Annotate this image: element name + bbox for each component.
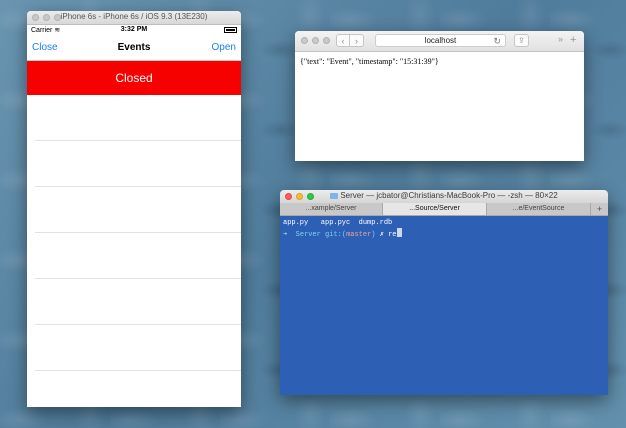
nav-bar: Close Events Open — [27, 36, 241, 61]
battery-icon — [224, 27, 237, 33]
tab-example-server[interactable]: ...xample/Server — [280, 203, 383, 215]
folder-icon — [330, 192, 339, 199]
list-row[interactable] — [35, 233, 241, 279]
tab-source-server[interactable]: ...Source/Server — [383, 203, 487, 215]
prompt-dir: Server — [295, 231, 321, 239]
git-suffix: ) — [371, 231, 376, 239]
status-time: 3:32 PM — [120, 26, 148, 33]
terminal-titlebar: Server — jcbator@Christians-MacBook-Pro … — [280, 190, 608, 203]
add-tab-button[interactable]: + — [591, 203, 608, 215]
event-list — [27, 95, 241, 371]
list-row[interactable] — [35, 95, 241, 141]
close-window-button[interactable] — [301, 37, 308, 44]
terminal-tabs: ...xample/Server ...Source/Server ...e/E… — [280, 203, 608, 216]
address-bar[interactable]: localhost ↻ — [375, 34, 506, 47]
list-row[interactable] — [35, 141, 241, 187]
list-row[interactable] — [35, 279, 241, 325]
back-button[interactable]: ‹ — [336, 34, 350, 47]
reload-icon[interactable]: ↻ — [493, 35, 501, 47]
nav-title: Events — [117, 42, 151, 53]
simulator-window: iPhone 6s - iPhone 6s / iOS 9.3 (13E230)… — [27, 11, 241, 407]
url-text: localhost — [424, 36, 457, 45]
zoom-window-button[interactable] — [323, 37, 330, 44]
terminal-window: Server — jcbator@Christians-MacBook-Pro … — [280, 190, 608, 395]
terminal-title: Server — jcbator@Christians-MacBook-Pro … — [280, 191, 608, 200]
open-button[interactable]: Open — [212, 42, 236, 53]
git-branch: master — [346, 231, 372, 239]
status-bar: Carrier ≋ 3:32 PM — [27, 25, 241, 36]
simulator-title: iPhone 6s - iPhone 6s / iOS 9.3 (13E230) — [60, 12, 208, 21]
forward-button[interactable]: › — [350, 34, 364, 47]
terminal-output[interactable]: app.py app.pyc dump.rdb ➜ Server git:(ma… — [280, 216, 608, 242]
ls-output: app.py app.pyc dump.rdb — [283, 219, 393, 227]
page-content: {"text": "Event", "timestamp": "15:31:39… — [300, 57, 439, 66]
minimize-window-button[interactable] — [312, 37, 319, 44]
git-prefix: git:( — [325, 231, 347, 239]
prompt-arrow-icon: ➜ — [283, 231, 288, 239]
simulator-titlebar: iPhone 6s - iPhone 6s / iOS 9.3 (13E230) — [27, 11, 241, 25]
list-row[interactable] — [35, 187, 241, 233]
text-cursor — [396, 228, 402, 237]
list-row[interactable] — [35, 325, 241, 371]
share-button[interactable]: ⇪ — [514, 34, 529, 47]
safari-window: ‹ › localhost ↻ ⇪ » + {"text": "Event", … — [295, 31, 584, 161]
terminal-title-text: Server — jcbator@Christians-MacBook-Pro … — [340, 191, 558, 200]
tab-eventsource[interactable]: ...e/EventSource — [487, 203, 591, 215]
dirty-icon: ✗ — [379, 231, 384, 239]
new-tab-button[interactable]: + — [570, 35, 576, 46]
more-icon[interactable]: » — [558, 34, 563, 44]
prompt-line: ➜ Server git:(master) ✗ re — [283, 228, 605, 240]
status-banner: Closed — [27, 61, 241, 95]
typed-command: re — [388, 231, 397, 239]
safari-toolbar: ‹ › localhost ↻ ⇪ » + — [295, 31, 584, 52]
